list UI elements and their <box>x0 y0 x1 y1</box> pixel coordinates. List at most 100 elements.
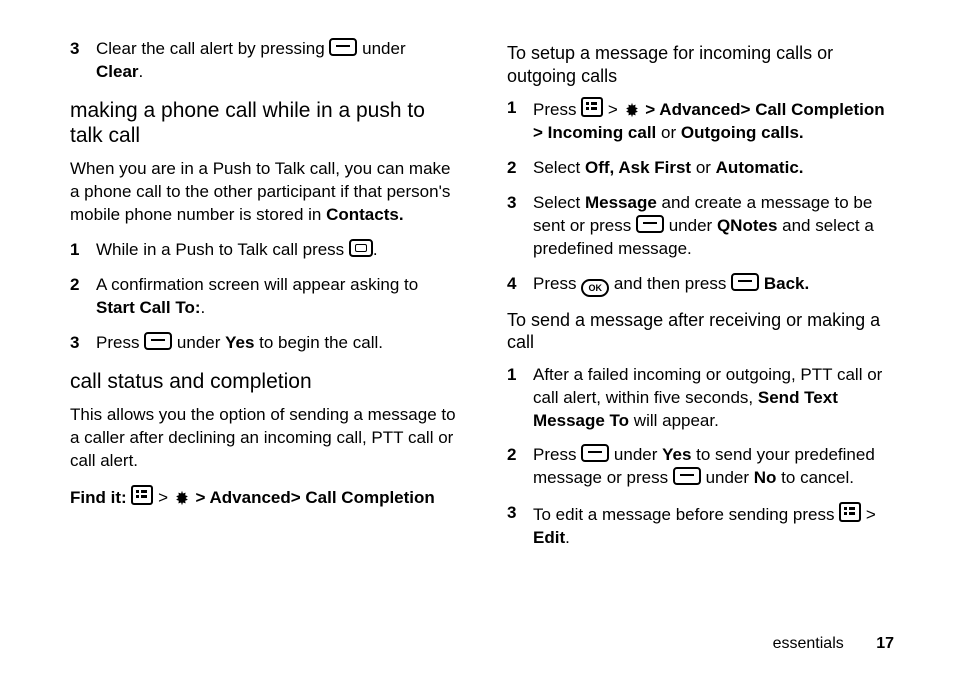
text: under <box>362 39 405 58</box>
ui-label-yes: Yes <box>662 445 691 464</box>
text: to begin the call. <box>254 333 383 352</box>
softkey-icon <box>731 273 759 291</box>
text: While in a Push to Talk call press <box>96 240 349 259</box>
text: . <box>201 298 206 317</box>
page-number: 17 <box>876 635 894 652</box>
list-item: 1 While in a Push to Talk call press . <box>70 239 457 262</box>
step-number: 3 <box>70 332 96 355</box>
list-item: 2 Press under Yes to send your predefine… <box>507 444 894 490</box>
step-text: Press under Yes to begin the call. <box>96 332 457 355</box>
step-number: 3 <box>70 38 96 84</box>
step-text: While in a Push to Talk call press . <box>96 239 457 262</box>
right-column: To setup a message for incoming calls or… <box>507 30 894 562</box>
ui-options: Off, Ask First <box>585 158 691 177</box>
menu-icon <box>581 97 603 117</box>
step-number: 2 <box>507 444 533 490</box>
text: or <box>691 158 716 177</box>
step-text: Press under Yes to send your predefined … <box>533 444 894 490</box>
find-it-path: > Advanced> Call Completion <box>191 488 435 507</box>
text: Select <box>533 193 585 212</box>
continued-list: 3 Clear the call alert by pressing under… <box>70 38 457 84</box>
text: Press <box>533 445 581 464</box>
ui-label-clear: Clear <box>96 62 139 81</box>
menu-icon <box>839 502 861 522</box>
text: to cancel. <box>776 468 854 487</box>
step-number: 3 <box>507 502 533 550</box>
text: under <box>172 333 225 352</box>
text: Press <box>533 100 581 119</box>
text: Press <box>96 333 144 352</box>
step-text: Select Off, Ask First or Automatic. <box>533 157 894 180</box>
text: and then press <box>609 274 731 293</box>
softkey-icon <box>144 332 172 350</box>
softkey-icon <box>673 467 701 485</box>
text: > <box>603 100 622 119</box>
list-item: 1 After a failed incoming or outgoing, P… <box>507 364 894 433</box>
ui-label-qnotes: QNotes <box>717 216 777 235</box>
step-text: Press OK and then press Back. <box>533 273 894 297</box>
ui-label-edit: Edit <box>533 528 565 547</box>
step-number: 1 <box>507 364 533 433</box>
step-number: 1 <box>507 97 533 145</box>
step-text: Press > > Advanced> Call Completion > In… <box>533 97 894 145</box>
step-number: 1 <box>70 239 96 262</box>
speaker-icon <box>349 239 373 257</box>
heading-call-status: call status and completion <box>70 369 457 394</box>
text: under <box>609 445 662 464</box>
text: > <box>861 505 876 524</box>
paragraph: This allows you the option of sending a … <box>70 404 457 473</box>
ui-label-start-call-to: Start Call To: <box>96 298 201 317</box>
left-column: 3 Clear the call alert by pressing under… <box>70 30 457 562</box>
list-item: 3 Press under Yes to begin the call. <box>70 332 457 355</box>
heading-making-phone-call: making a phone call while in a push to t… <box>70 98 457 148</box>
paragraph: When you are in a Push to Talk call, you… <box>70 158 457 227</box>
ui-label-back: Back. <box>764 274 809 293</box>
ui-path: Outgoing calls. <box>681 123 804 142</box>
page-footer: essentials 17 <box>773 635 894 653</box>
manual-page: 3 Clear the call alert by pressing under… <box>0 0 954 677</box>
softkey-icon <box>636 215 664 233</box>
step-text: A confirmation screen will appear asking… <box>96 274 457 320</box>
find-it-line: Find it: > > Advanced> Call Completion <box>70 485 457 510</box>
text: Select <box>533 158 585 177</box>
list-item: 2 Select Off, Ask First or Automatic. <box>507 157 894 180</box>
list-item: 3 To edit a message before sending press… <box>507 502 894 550</box>
two-column-layout: 3 Clear the call alert by pressing under… <box>70 30 894 562</box>
text: Clear the call alert by pressing <box>96 39 329 58</box>
subheading-setup-message: To setup a message for incoming calls or… <box>507 42 894 87</box>
list-item: 1 Press > > Advanced> Call Completion > … <box>507 97 894 145</box>
text: Press <box>533 274 581 293</box>
text: . <box>373 240 378 259</box>
softkey-icon <box>329 38 357 56</box>
ui-option: Automatic. <box>716 158 804 177</box>
text: . <box>565 528 570 547</box>
steps-list: 1 While in a Push to Talk call press . 2… <box>70 239 457 355</box>
steps-list: 1 Press > > Advanced> Call Completion > … <box>507 97 894 297</box>
step-number: 2 <box>507 157 533 180</box>
list-item: 4 Press OK and then press Back. <box>507 273 894 297</box>
step-text: Select Message and create a message to b… <box>533 192 894 261</box>
ok-icon: OK <box>581 279 609 297</box>
ui-label-contacts: Contacts. <box>326 205 403 224</box>
text: . <box>139 62 144 81</box>
softkey-icon <box>581 444 609 462</box>
list-item: 3 Select Message and create a message to… <box>507 192 894 261</box>
ui-label-no: No <box>754 468 777 487</box>
list-item: 2 A confirmation screen will appear aski… <box>70 274 457 320</box>
section-name: essentials <box>773 635 844 652</box>
step-text: Clear the call alert by pressing under C… <box>96 38 457 84</box>
step-number: 2 <box>70 274 96 320</box>
text: will appear. <box>629 411 719 430</box>
step-number: 3 <box>507 192 533 261</box>
find-it-label: Find it: <box>70 488 131 507</box>
text: under <box>664 216 717 235</box>
list-item: 3 Clear the call alert by pressing under… <box>70 38 457 84</box>
text: > <box>153 488 172 507</box>
settings-icon <box>173 489 191 507</box>
step-text: To edit a message before sending press >… <box>533 502 894 550</box>
ui-label-yes: Yes <box>225 333 254 352</box>
text: or <box>656 123 681 142</box>
text: To edit a message before sending press <box>533 505 839 524</box>
menu-icon <box>131 485 153 505</box>
step-text: After a failed incoming or outgoing, PTT… <box>533 364 894 433</box>
